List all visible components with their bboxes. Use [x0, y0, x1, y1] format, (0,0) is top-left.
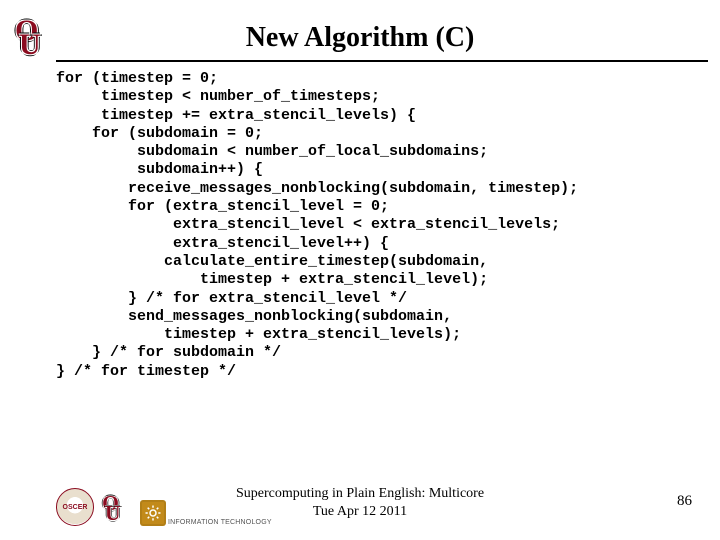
footer-line2: Tue Apr 12 2011 — [313, 504, 407, 519]
footer: OSCER OU INFORMATION TECHNOLOGY Supercom… — [0, 478, 720, 526]
slide-title: New Algorithm (C) — [0, 0, 720, 54]
page-number: 86 — [677, 493, 692, 510]
code-block: for (timestep = 0; timestep < number_of_… — [56, 70, 720, 381]
ou-logo-icon: OU — [12, 18, 46, 62]
title-underline — [56, 60, 708, 62]
footer-line1: Supercomputing in Plain English: Multico… — [236, 486, 484, 501]
slide: OU New Algorithm (C) for (timestep = 0; … — [0, 0, 720, 540]
ou-logo-top: OU — [12, 18, 46, 62]
footer-text: Supercomputing in Plain English: Multico… — [0, 485, 720, 520]
